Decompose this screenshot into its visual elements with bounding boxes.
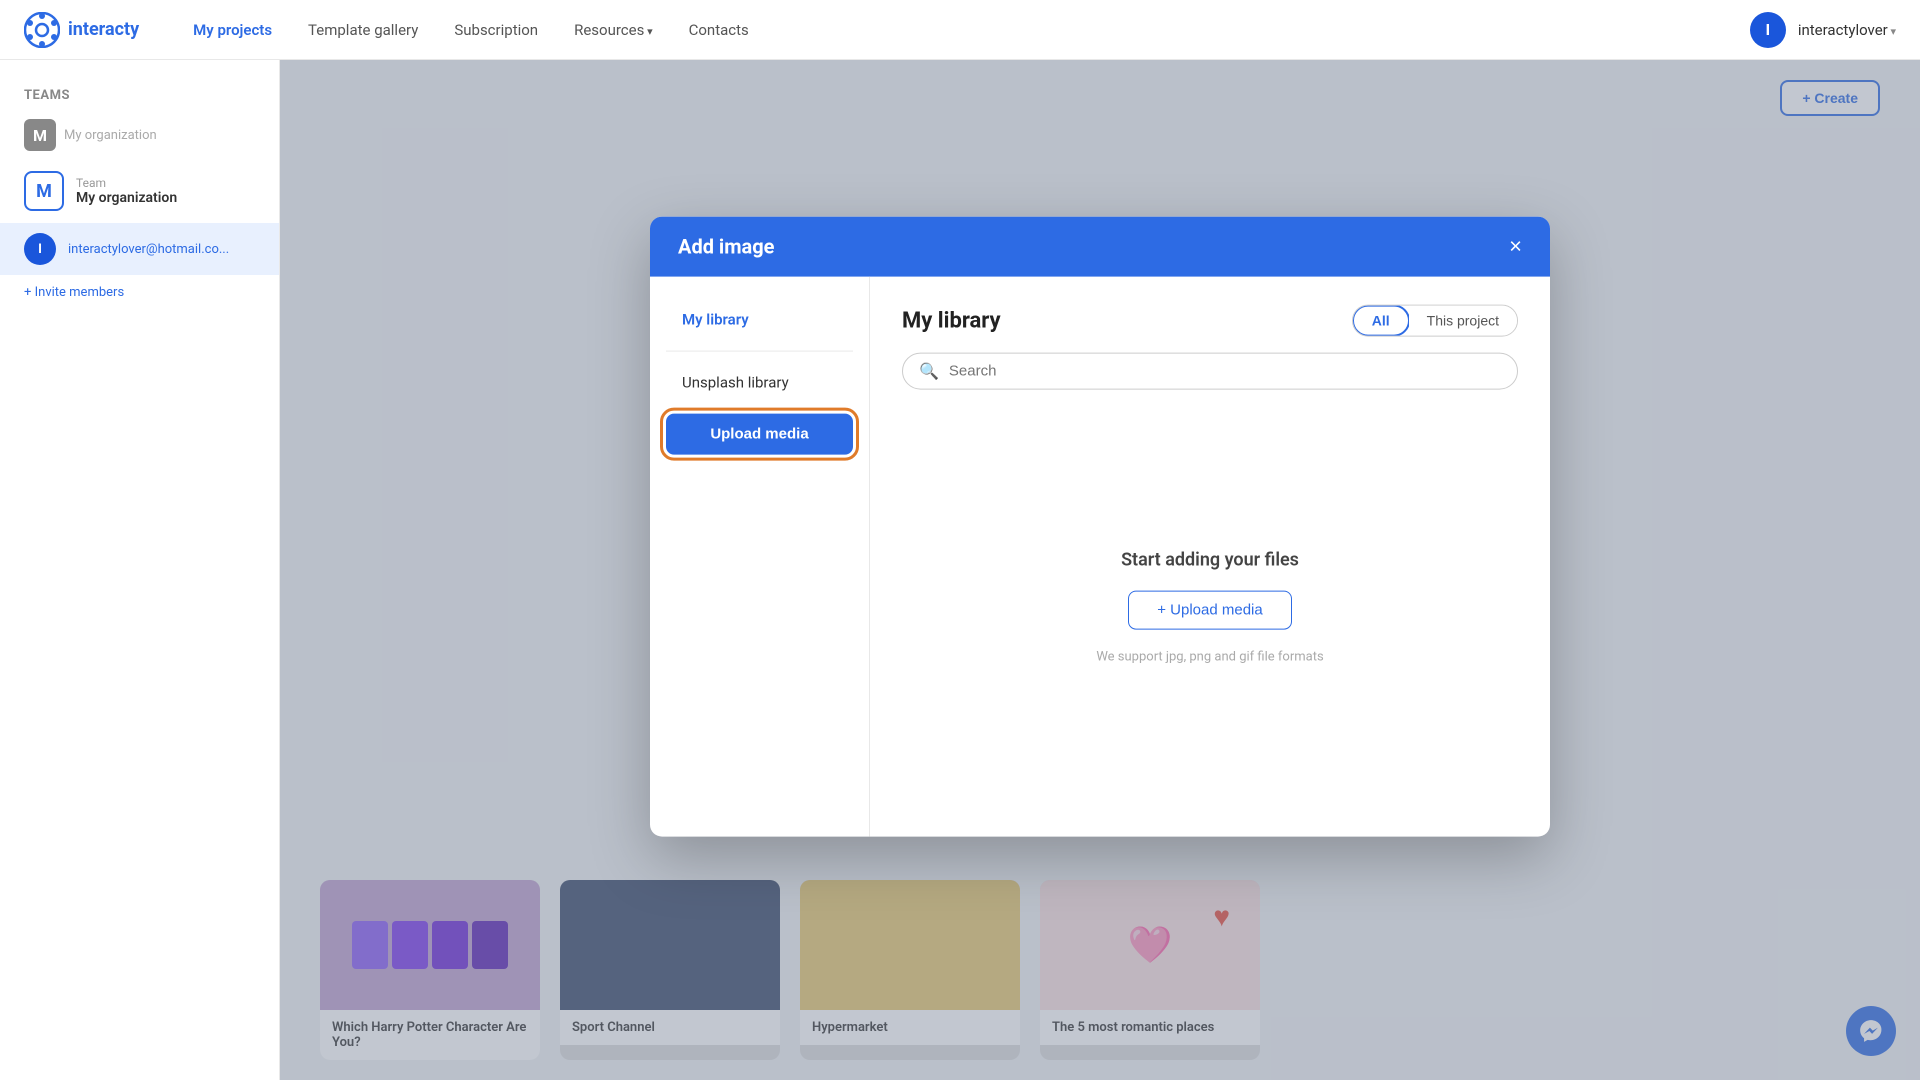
nav-subscription[interactable]: Subscription [440,13,552,47]
org-avatar-small: M [24,119,56,151]
upload-media-outline-button[interactable]: + Upload media [1128,591,1291,630]
nav-links: My projects Template gallery Subscriptio… [179,13,1750,47]
search-bar: 🔍 [902,353,1518,390]
invite-members[interactable]: Invite members [0,275,279,310]
search-input[interactable] [949,363,1501,380]
support-text: We support jpg, png and gif file formats [1096,650,1323,665]
avatar[interactable]: I [1750,12,1786,48]
modal-nav-unsplash[interactable]: Unsplash library [666,364,853,402]
page-area: + Create Which Harry Potter Character Ar… [280,60,1920,1080]
modal-body: My library Unsplash library Upload media… [650,277,1550,837]
org-breadcrumb: M My organization [0,111,279,159]
sidebar-section-title: Teams [0,80,279,111]
nav-resources[interactable]: Resources [560,13,667,47]
modal-sidebar: My library Unsplash library Upload media [650,277,870,837]
org-breadcrumb-text: My organization [64,128,157,143]
modal-close-button[interactable]: × [1509,236,1522,258]
user-name[interactable]: interactylover [1798,21,1896,39]
logo-icon [24,12,60,48]
user-email: interactylover@hotmail.co... [68,242,229,257]
nav-contacts[interactable]: Contacts [675,13,763,47]
nav-template-gallery[interactable]: Template gallery [294,13,432,47]
team-name: My organization [76,190,177,206]
team-avatar: M [24,171,64,211]
upload-media-button[interactable]: Upload media [666,414,853,455]
logo[interactable]: interacty [24,12,139,48]
modal-title: Add image [678,235,774,259]
modal-header: Add image × [650,217,1550,277]
sidebar-user-item[interactable]: I interactylover@hotmail.co... [0,223,279,275]
sidebar: Teams M My organization M Team My organi… [0,60,280,1080]
empty-state: Start adding your files + Upload media W… [902,406,1518,809]
team-label: Team [76,176,177,190]
modal-main-header: My library All This project [902,305,1518,337]
empty-state-title: Start adding your files [1121,550,1299,571]
user-small-avatar: I [24,233,56,265]
modal-nav-divider [666,351,853,352]
search-icon: 🔍 [919,362,939,381]
sidebar-team-item[interactable]: M Team My organization [0,159,279,223]
logo-text: interacty [68,19,139,40]
modal-main: My library All This project 🔍 Start addi… [870,277,1550,837]
team-info: Team My organization [76,176,177,206]
modal-section-title: My library [902,308,1001,333]
navbar: interacty My projects Template gallery S… [0,0,1920,60]
main-content: Teams M My organization M Team My organi… [0,60,1920,1080]
nav-my-projects[interactable]: My projects [179,13,286,47]
navbar-right: I interactylover [1750,12,1896,48]
filter-project-button[interactable]: This project [1409,306,1517,336]
modal: Add image × My library Unsplash library … [650,217,1550,837]
filter-all-button[interactable]: All [1352,305,1410,337]
modal-nav-my-library[interactable]: My library [666,301,853,339]
filter-buttons: All This project [1352,305,1518,337]
